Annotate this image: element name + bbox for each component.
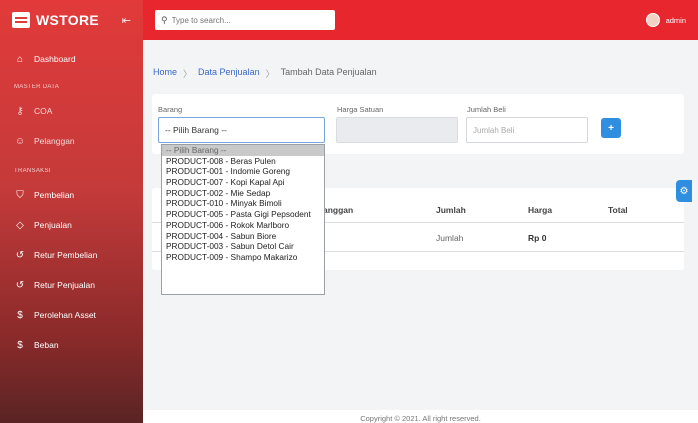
sidebar-item-label: Pembelian <box>34 190 75 200</box>
brand-name: WSTORE <box>36 12 99 28</box>
table-header-total: Total <box>608 205 628 215</box>
sidebar-item-label: COA <box>34 106 53 116</box>
search-input[interactable] <box>171 15 322 25</box>
section-master-data: MASTER DATA <box>14 84 60 90</box>
dollar-icon: $ <box>17 339 23 351</box>
sidebar-item-label: Perolehan Asset <box>34 310 96 320</box>
table-header-harga: Harga <box>528 205 553 215</box>
key-icon: ⚷ <box>16 105 24 117</box>
dropdown-option[interactable]: PRODUCT-006 - Rokok Marlboro <box>162 220 324 231</box>
dropdown-option[interactable]: PRODUCT-009 - Shampo Makarizo <box>162 252 324 263</box>
dropdown-option[interactable]: PRODUCT-002 - Mie Sedap <box>162 188 324 199</box>
add-item-button[interactable]: + <box>601 118 621 138</box>
user-name: admin <box>665 15 686 25</box>
store-logo-icon <box>12 12 30 28</box>
section-transaksi: TRANSAKSI <box>14 168 51 174</box>
footer: Copyright © 2021. All right reserved. <box>143 410 698 423</box>
breadcrumb-current: Tambah Data Penjualan <box>280 67 377 77</box>
tag-icon: ◇ <box>16 219 24 231</box>
sidebar-item-label: Penjualan <box>34 220 72 230</box>
harga-satuan-label: Harga Satuan <box>337 105 384 114</box>
sidebar-item-dashboard[interactable]: ⌂ Dashboard <box>0 44 143 74</box>
dropdown-option[interactable]: PRODUCT-010 - Minyak Bimoli <box>162 198 324 209</box>
sidebar-item-retur-pembelian[interactable]: ↺ Retur Pembelian <box>0 240 143 270</box>
sidebar-item-label: Retur Pembelian <box>34 250 98 260</box>
dropdown-option[interactable]: PRODUCT-004 - Sabun Biore <box>162 231 324 242</box>
user-menu[interactable]: admin <box>645 13 686 27</box>
sidebar-item-pelanggan[interactable]: ☺ Pelanggan <box>0 126 143 156</box>
sidebar-item-pembelian[interactable]: ⛉ Pembelian <box>0 180 143 210</box>
sidebar-item-retur-penjualan[interactable]: ↺ Retur Penjualan <box>0 270 143 300</box>
brand[interactable]: WSTORE ⇤ <box>0 0 143 40</box>
dropdown-option[interactable]: PRODUCT-003 - Sabun Detol Cair <box>162 241 324 252</box>
sidebar-item-penjualan[interactable]: ◇ Penjualan <box>0 210 143 240</box>
sidebar-item-beban[interactable]: $ Beban <box>0 330 143 360</box>
cart-icon: ⛉ <box>16 189 24 201</box>
barang-label: Barang <box>158 105 183 114</box>
user-add-icon: ☺ <box>14 135 26 147</box>
harga-satuan-field <box>336 117 458 143</box>
jumlah-beli-input[interactable]: Jumlah Beli <box>466 117 588 143</box>
sidebar-item-label: Beban <box>34 340 59 350</box>
breadcrumb-separator: 〉 <box>183 69 193 79</box>
sidebar: WSTORE ⇤ ⌂ Dashboard MASTER DATA ⚷ COA ☺… <box>0 0 143 423</box>
search-icon: ⚲ <box>161 14 168 25</box>
sidebar-item-label: Pelanggan <box>34 136 75 146</box>
collapse-icon[interactable]: ⇤ <box>122 14 131 27</box>
breadcrumb-home[interactable]: Home <box>153 67 177 80</box>
return-icon: ↺ <box>15 249 25 261</box>
return-icon: ↺ <box>15 279 25 291</box>
dropdown-option[interactable]: PRODUCT-007 - Kopi Kapal Api <box>162 177 324 188</box>
table-cell-harga: Rp 0 <box>528 233 547 243</box>
sidebar-item-label: Dashboard <box>34 54 76 64</box>
dropdown-option[interactable]: PRODUCT-008 - Beras Pulen <box>162 156 324 167</box>
sidebar-item-perolehan-asset[interactable]: $ Perolehan Asset <box>0 300 143 330</box>
table-header-pelanggan: anggan <box>323 205 354 215</box>
dollar-icon: $ <box>17 309 23 321</box>
breadcrumb-separator: 〉 <box>265 69 275 79</box>
sidebar-item-coa[interactable]: ⚷ COA <box>0 96 143 126</box>
settings-gear-icon[interactable]: ⚙ <box>676 180 692 202</box>
home-icon: ⌂ <box>16 53 24 65</box>
breadcrumb-data-penjualan[interactable]: Data Penjualan <box>198 67 260 80</box>
jumlah-beli-label: Jumlah Beli <box>467 105 506 114</box>
breadcrumb: Home 〉 Data Penjualan 〉 Tambah Data Penj… <box>153 67 377 80</box>
search-box[interactable]: ⚲ <box>155 10 335 30</box>
topbar: ⚲ admin <box>143 0 698 40</box>
dropdown-option[interactable]: PRODUCT-001 - Indomie Goreng <box>162 166 324 177</box>
sidebar-item-label: Retur Penjualan <box>34 280 95 290</box>
barang-dropdown-list[interactable]: -- Pilih Barang -- PRODUCT-008 - Beras P… <box>161 144 325 295</box>
dropdown-option[interactable]: -- Pilih Barang -- <box>162 145 324 156</box>
barang-select[interactable]: -- Pilih Barang -- <box>158 117 325 143</box>
dropdown-option[interactable]: PRODUCT-005 - Pasta Gigi Pepsodent <box>162 209 324 220</box>
avatar <box>645 13 660 27</box>
table-cell-jumlah: Jumlah <box>436 233 464 243</box>
table-header-jumlah: Jumlah <box>436 205 466 215</box>
